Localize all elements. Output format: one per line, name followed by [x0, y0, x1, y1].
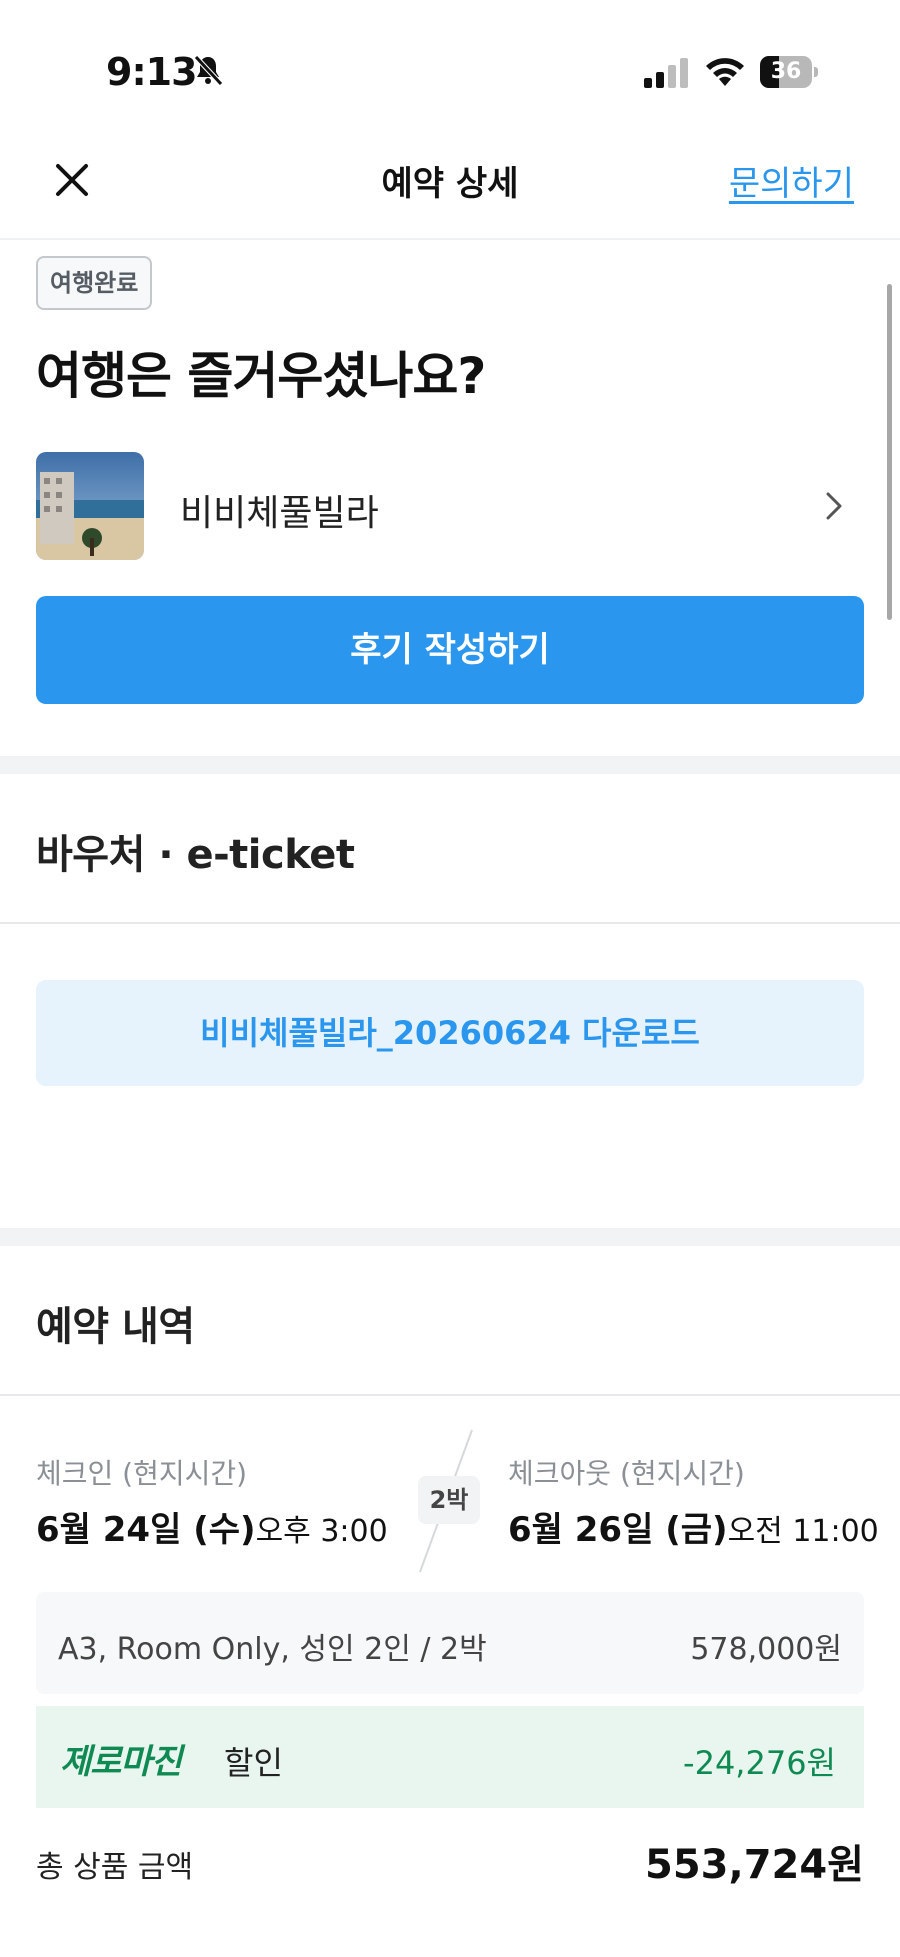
- scrollbar[interactable]: [887, 284, 892, 620]
- check-out-time: 오전 11:00: [727, 1514, 879, 1549]
- status-badge: 여행완료: [36, 256, 153, 310]
- section-divider: [0, 1228, 900, 1246]
- room-price: 578,000원: [690, 1632, 842, 1667]
- cellular-signal-icon: [644, 58, 688, 88]
- battery-percent: 36: [770, 59, 802, 84]
- write-review-button[interactable]: 후기 작성하기: [36, 596, 864, 704]
- check-in-datetime: 6월 24일 (수)오후 3:00: [36, 1502, 388, 1551]
- battery-indicator: 36: [760, 56, 818, 88]
- inquiry-link[interactable]: 문의하기: [729, 156, 854, 205]
- check-in-label: 체크인 (현지시간): [36, 1457, 248, 1490]
- property-thumbnail: [36, 452, 144, 560]
- discount-amount: -24,276원: [683, 1744, 836, 1782]
- voucher-download-button[interactable]: 비비체풀빌라_20260624 다운로드: [36, 980, 864, 1086]
- bell-muted-icon: [194, 55, 223, 86]
- wifi-icon: [706, 58, 744, 86]
- divider: [0, 1394, 900, 1396]
- discount-row: 제로마진 할인 -24,276원: [36, 1706, 864, 1808]
- property-name: 비비체풀빌라: [180, 493, 379, 534]
- nights-badge: 2박: [418, 1476, 480, 1524]
- room-description: A3, Room Only, 성인 2인 / 2박: [58, 1632, 487, 1667]
- trip-heading: 여행은 즐거우셨나요?: [36, 347, 486, 405]
- room-row: A3, Room Only, 성인 2인 / 2박 578,000원: [36, 1592, 864, 1694]
- voucher-title: 바우처 · e-ticket: [36, 832, 355, 878]
- status-time: 9:13: [106, 50, 198, 94]
- reservation-title: 예약 내역: [36, 1304, 195, 1350]
- section-divider: [0, 756, 900, 774]
- discount-brand-logo: 제로마진: [60, 1742, 182, 1782]
- discount-label: 할인: [224, 1744, 283, 1782]
- chevron-right-icon: [826, 492, 842, 520]
- check-in-time: 오후 3:00: [255, 1514, 388, 1549]
- check-out-label: 체크아웃 (현지시간): [508, 1457, 745, 1490]
- total-amount: 553,724원: [645, 1842, 864, 1888]
- property-row[interactable]: 비비체풀빌라: [36, 452, 864, 560]
- check-in-date: 6월 24일 (수): [36, 1510, 256, 1550]
- nav-bar: 예약 상세 문의하기: [0, 120, 900, 240]
- check-out-datetime: 6월 26일 (금)오전 11:00: [508, 1502, 879, 1551]
- total-label: 총 상품 금액: [36, 1850, 194, 1885]
- status-bar: 9:13 36: [0, 0, 900, 120]
- check-out-date: 6월 26일 (금): [508, 1510, 728, 1550]
- divider: [0, 922, 900, 924]
